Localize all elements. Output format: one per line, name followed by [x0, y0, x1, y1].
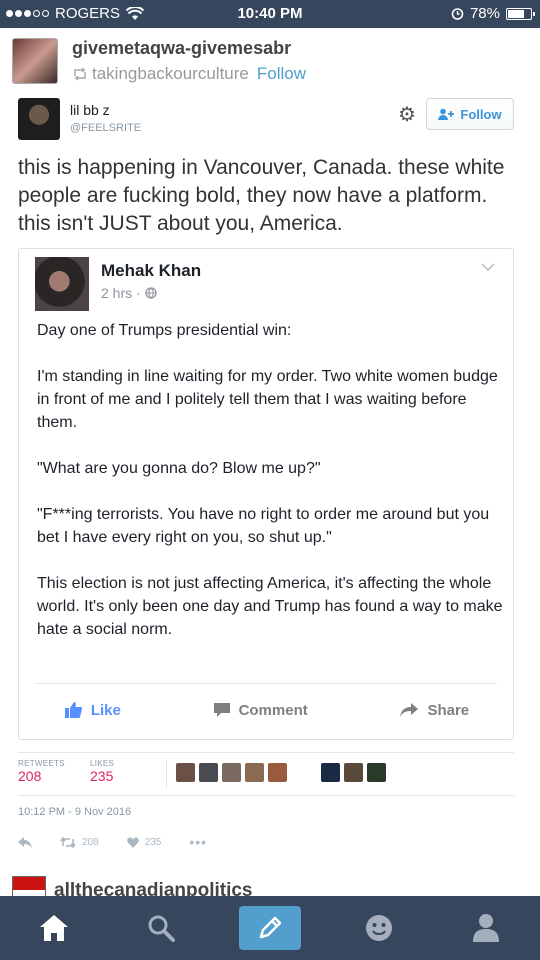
- battery-icon: [506, 7, 535, 20]
- account-icon: [473, 914, 500, 942]
- thumbs-up-icon: [64, 702, 83, 718]
- divider: [35, 683, 497, 684]
- compose-icon: [259, 916, 282, 939]
- follow-link[interactable]: Follow: [257, 64, 306, 84]
- fb-author-name: Mehak Khan: [101, 261, 202, 280]
- fb-share-button: Share: [399, 695, 469, 725]
- retweet-stat: RETWEETS 208: [18, 759, 65, 784]
- liker-avatar: [367, 763, 386, 782]
- fb-paragraph: This election is not just affecting Amer…: [37, 575, 503, 638]
- liker-avatar: [245, 763, 264, 782]
- status-bar: ROGERS 10:40 PM 78%: [0, 0, 540, 28]
- retweets-count: 208: [18, 768, 42, 784]
- retweet-count: 208: [82, 836, 99, 848]
- fb-post-body: Day one of Trumps presidential win: I'm …: [37, 319, 505, 664]
- fb-post-meta: 2 hrs ·: [101, 285, 157, 301]
- blog-avatar[interactable]: [12, 38, 58, 84]
- facebook-post-card: Mehak Khan 2 hrs · Day one of Trumps pre…: [18, 248, 514, 740]
- chevron-down-icon: [481, 259, 495, 277]
- blog-name[interactable]: givemetaqwa-givemesabr: [72, 38, 291, 59]
- liker-avatar: [268, 763, 287, 782]
- fb-paragraph: "F***ing terrorists. You have no right t…: [37, 506, 490, 546]
- tweet-avatar: [18, 98, 60, 140]
- globe-icon: [145, 287, 157, 299]
- liker-avatar: [176, 763, 195, 782]
- liker-avatar: [222, 763, 241, 782]
- retweets-label: RETWEETS: [18, 759, 65, 768]
- tweet-timestamp: 10:12 PM - 9 Nov 2016: [18, 806, 132, 818]
- reblog-icon: [74, 67, 86, 81]
- liker-avatars: [176, 763, 386, 782]
- reply-icon: [18, 836, 32, 848]
- fb-paragraph: "What are you gonna do? Blow me up?": [37, 460, 321, 477]
- nav-search[interactable]: [131, 906, 191, 950]
- fb-like-button: Like: [64, 695, 121, 725]
- battery-percent: 78%: [469, 5, 500, 22]
- gear-icon: ⚙: [398, 104, 416, 126]
- nav-account[interactable]: [456, 906, 516, 950]
- search-icon: [148, 915, 176, 942]
- fb-share-label: Share: [427, 701, 470, 719]
- reblog-source: takingbackourculture Follow: [72, 64, 306, 84]
- retweet-icon: [60, 836, 76, 848]
- fb-post-time: 2 hrs: [101, 285, 133, 301]
- more-icon: •••: [189, 834, 208, 850]
- tweet-text: this is happening in Vancouver, Canada. …: [18, 156, 505, 235]
- fb-action-bar: Like Comment Share: [19, 695, 515, 725]
- like-button: 235: [126, 836, 162, 848]
- battery-status: 78%: [451, 5, 535, 22]
- tweet-follow-label: Follow: [460, 106, 502, 122]
- divider: [166, 759, 167, 789]
- likes-label: LIKES: [90, 759, 115, 768]
- nav-activity[interactable]: [349, 906, 409, 950]
- likes-count: 235: [90, 768, 114, 784]
- home-icon: [39, 915, 68, 941]
- nav-home[interactable]: [24, 906, 84, 950]
- tweet-header: lil bb z @FEELSRITE ⚙ Follow: [18, 98, 522, 144]
- compose-button[interactable]: [238, 906, 301, 950]
- tweet-follow-button: Follow: [426, 98, 514, 130]
- likes-stat: LIKES 235: [90, 759, 114, 784]
- reply-button: [18, 836, 32, 848]
- liker-avatar: [321, 763, 340, 782]
- fb-paragraph: I'm standing in line waiting for my orde…: [37, 368, 498, 431]
- post-header: givemetaqwa-givemesabr takingbackourcult…: [12, 38, 528, 90]
- share-icon: [400, 703, 419, 717]
- liker-avatar: [344, 763, 363, 782]
- fb-comment-label: Comment: [238, 701, 308, 719]
- comment-icon: [213, 703, 230, 717]
- alarm-icon: [451, 8, 464, 20]
- next-post-header: allthecanadianpolitics: [12, 874, 528, 896]
- fb-paragraph: Day one of Trumps presidential win:: [37, 322, 292, 339]
- next-blog-name[interactable]: allthecanadianpolitics: [54, 880, 253, 896]
- activity-icon: [365, 915, 392, 941]
- bottom-nav: [0, 896, 540, 960]
- tweet-author-handle: @FEELSRITE: [70, 122, 142, 134]
- fb-comment-button: Comment: [213, 695, 308, 725]
- next-blog-avatar[interactable]: [12, 876, 46, 896]
- tweet-author-name: lil bb z: [70, 102, 110, 118]
- add-user-icon: [438, 108, 455, 120]
- more-button: •••: [189, 834, 207, 850]
- fb-like-label: Like: [90, 701, 121, 719]
- like-count: 235: [144, 836, 162, 848]
- tweet-action-bar: 208 235 •••: [18, 832, 318, 852]
- heart-icon: [126, 836, 139, 848]
- tweet-stats: RETWEETS 208 LIKES 235: [18, 752, 514, 796]
- reblog-source-name[interactable]: takingbackourculture: [92, 64, 249, 84]
- retweet-button: 208: [60, 836, 99, 848]
- fb-author-avatar: [35, 257, 89, 311]
- liker-avatar: [199, 763, 218, 782]
